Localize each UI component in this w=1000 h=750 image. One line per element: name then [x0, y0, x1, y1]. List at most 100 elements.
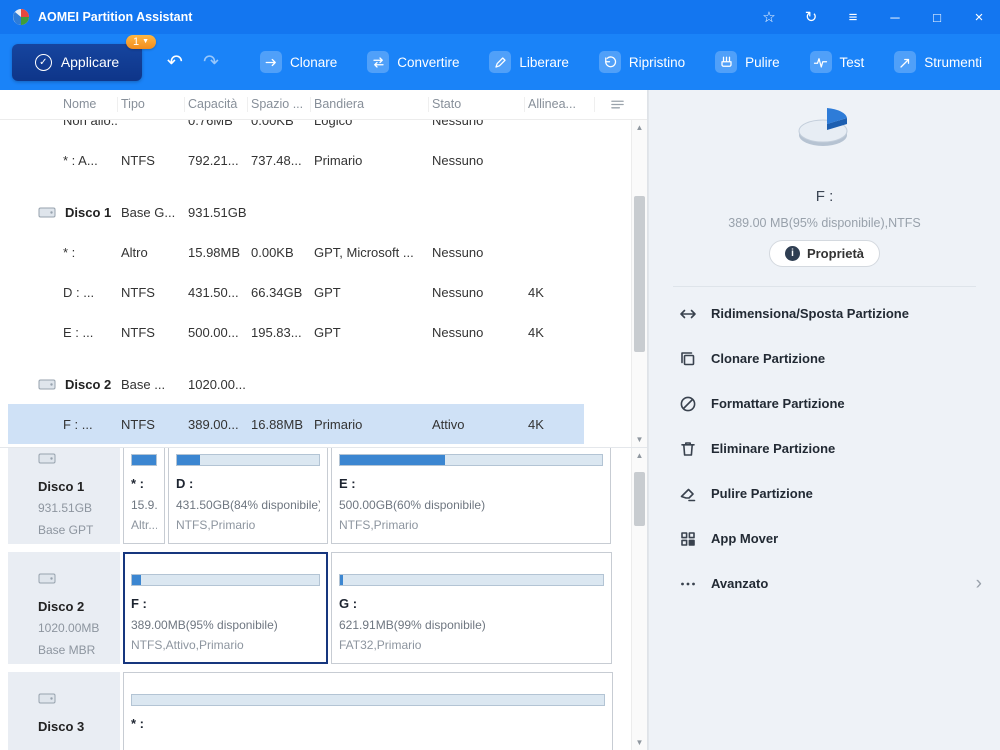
- toolbar-item-convertire[interactable]: Convertire: [367, 51, 459, 73]
- partition-block-e[interactable]: E : 500.00GB(60% disponibile) NTFS,Prima…: [331, 448, 611, 544]
- disk-icon: [38, 379, 56, 389]
- toolbar-item-liberare[interactable]: Liberare: [489, 51, 569, 73]
- apply-badge[interactable]: 1 ▼: [125, 34, 156, 49]
- apply-button[interactable]: ✓ Applicare: [12, 43, 142, 81]
- table-row-partition-f-selected[interactable]: F : ... NTFS 389.00... 16.88MB Primario …: [0, 404, 632, 444]
- cell-nome: E : ...: [63, 324, 94, 340]
- disk3-info[interactable]: Disco 3: [8, 672, 120, 750]
- check-icon: ✓: [34, 53, 52, 71]
- cell-capacita: 431.50...: [188, 284, 239, 300]
- cell-tipo: Base G...: [121, 204, 176, 220]
- tools-icon: [894, 51, 917, 73]
- partition-block-f-selected[interactable]: F : 389.00MB(95% disponibile) NTFS,Attiv…: [123, 552, 328, 664]
- info-icon: i: [784, 246, 800, 261]
- cell-nome: * :: [63, 244, 76, 260]
- toolbar-item-label: Liberare: [519, 54, 569, 70]
- column-menu-icon[interactable]: [595, 97, 647, 112]
- convert-icon: [367, 51, 390, 73]
- action-format-partition[interactable]: Formattare Partizione: [649, 381, 1000, 426]
- cell-allineamento: 4K: [528, 416, 544, 432]
- redo-icon[interactable]: ↷: [200, 51, 222, 74]
- partition-panel: Nome Tipo Capacità Spazio ... Bandiera S…: [0, 90, 648, 750]
- table-row-partition[interactable]: * : Altro 15.98MB 0.00KB GPT, Microsoft …: [0, 232, 632, 272]
- restore-icon: [598, 51, 621, 73]
- action-clone-partition[interactable]: Clonare Partizione: [649, 336, 1000, 381]
- close-button[interactable]: ×: [970, 9, 988, 26]
- cell-stato: Nessuno: [432, 244, 484, 260]
- table-row-disk1[interactable]: Disco 1 Base G... 931.51GB: [0, 192, 632, 232]
- table-row-partition[interactable]: * : A... NTFS 792.21... 737.48... Primar…: [0, 140, 632, 180]
- scroll-up-icon[interactable]: ▲: [632, 123, 647, 132]
- minimize-button[interactable]: ─: [886, 10, 904, 25]
- apply-badge-count: 1: [132, 35, 140, 48]
- disk1-info[interactable]: Disco 1 931.51GB Base GPT: [8, 448, 120, 544]
- toolbar-item-label: Ripristino: [628, 54, 686, 70]
- scroll-down-icon[interactable]: ▼: [632, 435, 647, 444]
- scroll-down-icon[interactable]: ▼: [632, 738, 647, 747]
- table-row-unallocated[interactable]: Non allo... 0.76MB 0.00KB Logico Nessuno: [0, 120, 632, 140]
- undo-icon[interactable]: ↶: [164, 51, 186, 74]
- column-header-tipo[interactable]: Tipo: [118, 97, 185, 112]
- toolbar-item-test[interactable]: Test: [809, 51, 864, 73]
- cell-capacita: 389.00...: [188, 416, 239, 432]
- partition-block-d[interactable]: D : 431.50GB(84% disponibile) NTFS,Prima…: [168, 448, 328, 544]
- clone-icon: [260, 51, 282, 73]
- apply-label: Applicare: [60, 54, 120, 70]
- table-row-partition-d[interactable]: D : ... NTFS 431.50... 66.34GB GPT Nessu…: [0, 272, 632, 312]
- eraser-icon: [680, 488, 696, 501]
- usage-bar: [339, 574, 604, 586]
- brush-icon: [715, 51, 738, 73]
- properties-button[interactable]: i Proprietà: [768, 240, 881, 267]
- cell-spazio: 16.88MB: [251, 416, 304, 432]
- column-header-bandiera[interactable]: Bandiera: [311, 97, 429, 112]
- action-delete-partition[interactable]: Eliminare Partizione: [649, 426, 1000, 471]
- trash-icon: [681, 441, 695, 456]
- action-resize-move-partition[interactable]: Ridimensiona/Sposta Partizione: [649, 291, 1000, 336]
- refresh-icon[interactable]: ↻: [802, 8, 820, 26]
- cell-spazio: 66.34GB: [251, 284, 303, 300]
- cell-tipo: NTFS: [121, 284, 155, 300]
- toolbar-item-strumenti[interactable]: Strumenti: [894, 51, 982, 73]
- column-header-capacita[interactable]: Capacità: [185, 97, 248, 112]
- cell-nome: Disco 1: [0, 205, 118, 220]
- aomei-logo-icon: [12, 8, 30, 26]
- table-scrollbar[interactable]: ▲ ▼: [631, 120, 647, 447]
- ellipsis-icon: [681, 582, 695, 585]
- usage-bar: [131, 574, 320, 586]
- column-header-nome[interactable]: Nome: [0, 97, 118, 112]
- app-grid-icon: [681, 531, 695, 546]
- cell-capacita: 500.00...: [188, 324, 239, 340]
- pencil-icon: [489, 51, 512, 73]
- cell-stato: Nessuno: [432, 284, 484, 300]
- toolbar-item-pulire[interactable]: Pulire: [715, 51, 780, 73]
- cell-stato: Nessuno: [432, 152, 484, 168]
- column-header-stato[interactable]: Stato: [429, 97, 525, 112]
- cell-spazio: 0.00KB: [251, 244, 294, 260]
- disk-name: Disco 3: [38, 719, 85, 734]
- favorite-star-icon[interactable]: ☆: [760, 8, 778, 26]
- action-app-mover[interactable]: App Mover: [649, 516, 1000, 561]
- scrollbar-thumb[interactable]: [634, 196, 645, 352]
- cell-spazio: 0.00KB: [251, 120, 294, 128]
- maximize-button[interactable]: □: [928, 10, 946, 25]
- column-header-allineamento[interactable]: Allinea...: [525, 97, 595, 112]
- partition-block-g[interactable]: G : 621.91MB(99% disponibile) FAT32,Prim…: [331, 552, 612, 664]
- table-row-partition-e[interactable]: E : ... NTFS 500.00... 195.83... GPT Nes…: [0, 312, 632, 352]
- disk-name: Disco 1: [38, 479, 85, 494]
- toolbar-item-ripristino[interactable]: Ripristino: [598, 51, 686, 73]
- disk2-info[interactable]: Disco 2 1020.00MB Base MBR: [8, 552, 120, 664]
- action-advanced[interactable]: Avanzato ›: [649, 561, 1000, 606]
- table-row-disk2[interactable]: Disco 2 Base ... 1020.00...: [0, 364, 632, 404]
- action-wipe-partition[interactable]: Pulire Partizione: [649, 471, 1000, 516]
- column-header-spazio[interactable]: Spazio ...: [248, 97, 311, 112]
- partition-block-d1-system[interactable]: * : 15.9... Altr...: [123, 448, 165, 544]
- scroll-up-icon[interactable]: ▲: [632, 451, 647, 460]
- badge-caret-icon: ▼: [142, 38, 149, 45]
- cell-capacita: 0.76MB: [188, 120, 233, 128]
- toolbar-item-clonare[interactable]: Clonare: [260, 51, 337, 73]
- hamburger-menu-icon[interactable]: ≡: [844, 9, 862, 26]
- pulse-icon: [809, 51, 832, 73]
- diskmap-scrollbar[interactable]: ▲ ▼: [631, 448, 647, 750]
- partition-block-d3[interactable]: * :: [123, 672, 613, 750]
- scrollbar-thumb[interactable]: [634, 472, 645, 526]
